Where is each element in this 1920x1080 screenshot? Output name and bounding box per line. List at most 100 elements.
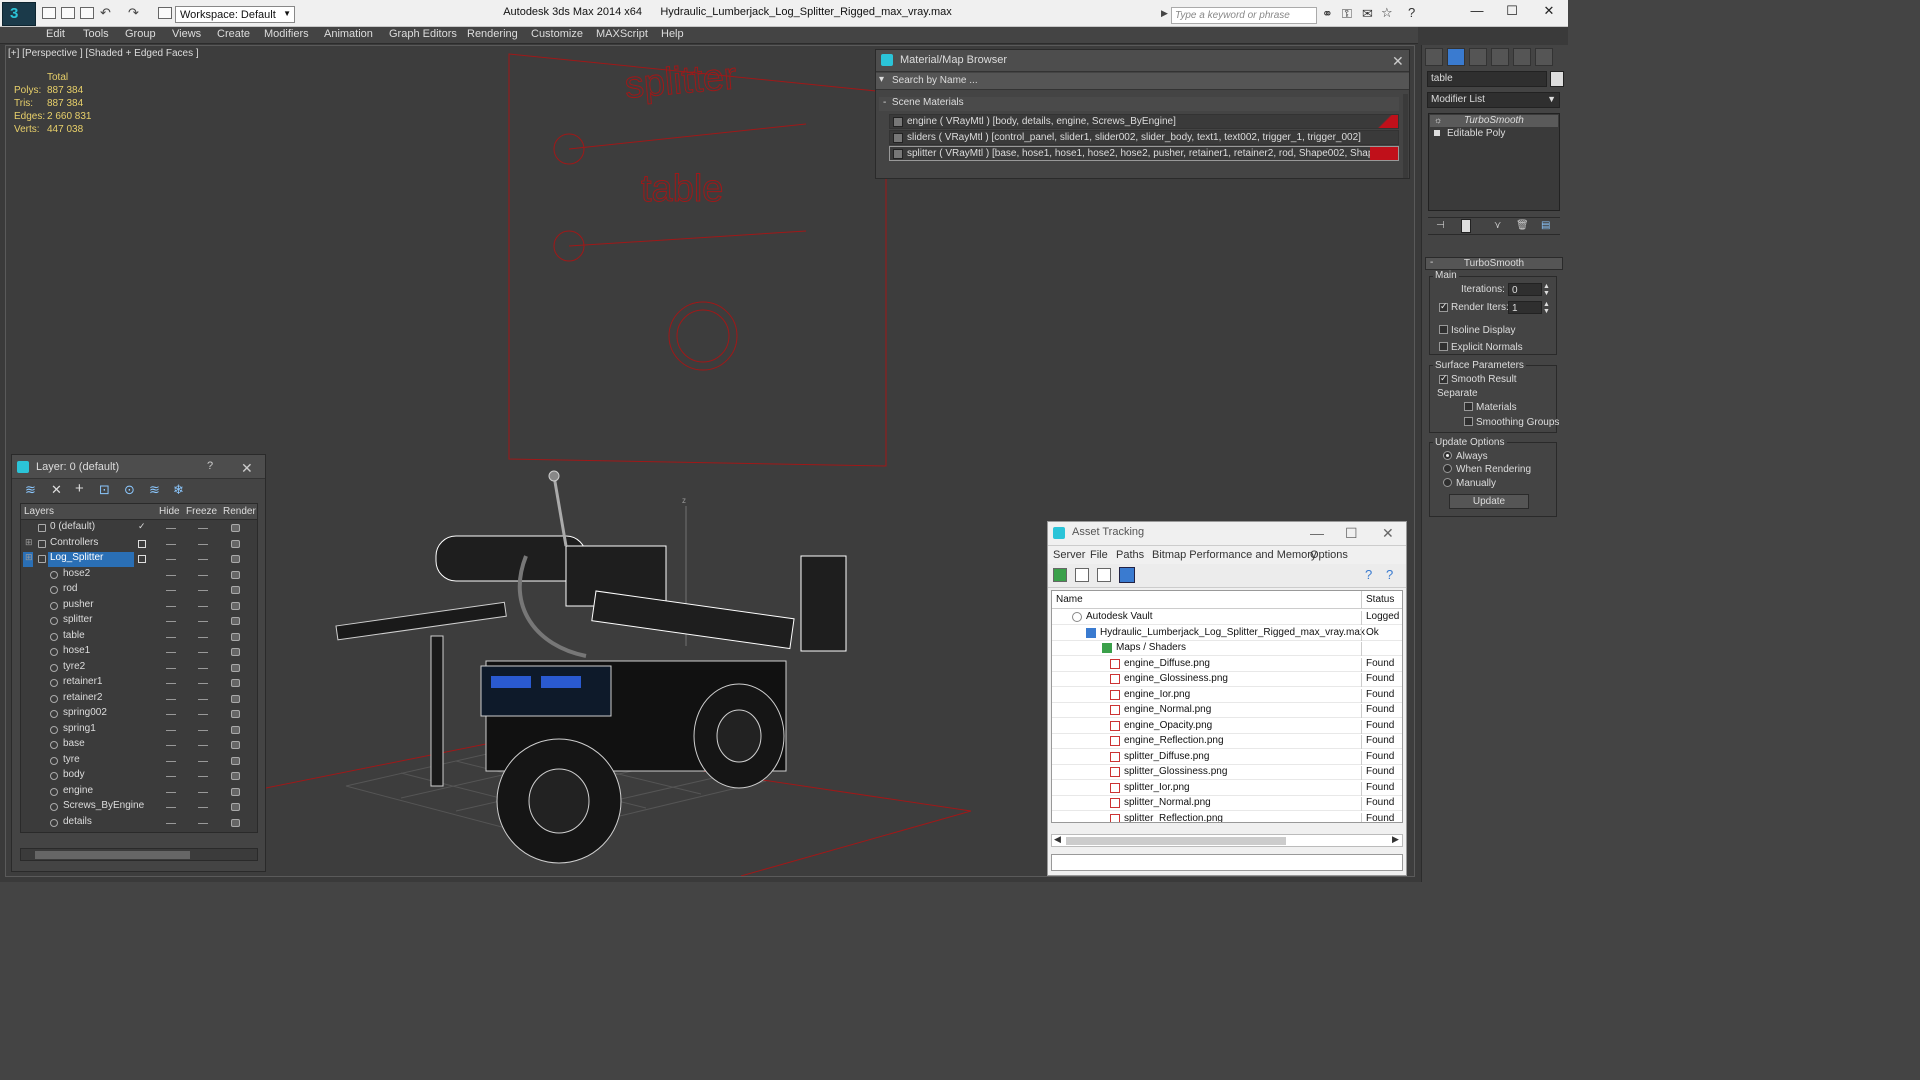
help-icon[interactable]: ?	[207, 460, 213, 472]
binoculars-icon[interactable]: ⚭	[1322, 6, 1333, 22]
highlight-layer-icon[interactable]: ⊙	[124, 482, 135, 498]
freeze-toggle[interactable]	[198, 776, 208, 777]
when-rendering-radio[interactable]	[1443, 464, 1452, 473]
stack-item-turbosmooth[interactable]: ☼ TurboSmooth	[1430, 115, 1558, 127]
freeze-toggle[interactable]	[198, 605, 208, 607]
menu-group[interactable]: Group	[125, 28, 156, 40]
render-teapot-icon[interactable]	[231, 772, 240, 780]
set-active-layer-checkbox[interactable]	[138, 555, 146, 563]
hide-toggle[interactable]	[166, 605, 176, 607]
asset-row[interactable]: Maps / Shaders	[1052, 641, 1402, 656]
minimize-button[interactable]: —	[1462, 3, 1492, 21]
layer-row[interactable]: ⊞ Controllers	[21, 537, 257, 552]
hide-toggle[interactable]	[166, 543, 176, 545]
hide-toggle[interactable]	[166, 636, 176, 638]
freeze-toggle[interactable]	[198, 621, 208, 622]
layer-name[interactable]: hose2	[61, 568, 90, 583]
render-teapot-icon[interactable]	[231, 818, 240, 827]
material-row-engine[interactable]: engine ( VRayMtl ) [body, details, engin…	[889, 114, 1399, 129]
close-icon[interactable]: ✕	[1392, 53, 1404, 70]
render-teapot-icon[interactable]	[231, 648, 240, 656]
freeze-toggle[interactable]	[198, 683, 208, 684]
hide-toggle[interactable]	[166, 698, 176, 700]
col-status[interactable]: Status	[1361, 591, 1402, 609]
spinner-arrows-icon[interactable]: ▲ ▼	[1543, 301, 1550, 315]
active-layer-checkmark-icon[interactable]: ✓	[138, 521, 146, 531]
render-teapot-icon[interactable]	[231, 741, 240, 749]
asset-horizontal-scrollbar[interactable]: ◀ ▶	[1051, 834, 1403, 847]
render-teapot-icon[interactable]	[231, 555, 240, 563]
list-view-icon[interactable]	[1075, 568, 1089, 582]
freeze-toggle[interactable]	[198, 714, 208, 715]
layer-row[interactable]: retainer1	[21, 676, 257, 691]
asset-row[interactable]: splitter_Ior.png Found	[1052, 781, 1402, 796]
hide-toggle[interactable]	[166, 776, 176, 777]
freeze-toggle[interactable]	[198, 543, 208, 545]
layer-row[interactable]: spring1	[21, 723, 257, 738]
layer-row[interactable]: ⊞ Log_Splitter	[21, 552, 257, 567]
material-browser-title-bar[interactable]: Material/Map Browser ✕	[876, 50, 1409, 72]
layer-name[interactable]: Log_Splitter	[48, 552, 134, 567]
render-teapot-icon[interactable]	[231, 586, 240, 594]
turbosmooth-rollout-header[interactable]: - TurboSmooth	[1425, 257, 1563, 270]
render-teapot-icon[interactable]	[231, 570, 240, 579]
modifier-list-dropdown[interactable]: Modifier List ▼	[1427, 92, 1560, 108]
hide-toggle[interactable]	[166, 528, 176, 529]
layer-name[interactable]: Screws_ByEngine	[61, 800, 144, 815]
asset-row[interactable]: engine_Glossiness.png Found	[1052, 672, 1402, 687]
col-hide[interactable]: Hide	[159, 506, 180, 517]
col-layers[interactable]: Layers	[24, 506, 54, 517]
asset-row[interactable]: splitter_Normal.png Found	[1052, 796, 1402, 811]
close-icon[interactable]: ✕	[241, 460, 253, 477]
smoothing-groups-checkbox[interactable]	[1464, 417, 1473, 426]
project-folder-icon[interactable]	[158, 7, 172, 19]
asset-tracking-title-bar[interactable]: Asset Tracking — ☐ ✕	[1048, 522, 1406, 546]
chevron-left-icon[interactable]: ◀	[1054, 834, 1061, 845]
create-tab-icon[interactable]	[1425, 48, 1443, 66]
menu-tools[interactable]: Tools	[83, 28, 109, 40]
render-teapot-icon[interactable]	[231, 787, 240, 796]
scrollbar-thumb[interactable]	[1066, 837, 1286, 845]
communication-center-icon[interactable]: ✉	[1362, 6, 1373, 22]
asset-menu-paths[interactable]: Paths	[1116, 549, 1144, 561]
asset-row[interactable]: Hydraulic_Lumberjack_Log_Splitter_Rigged…	[1052, 626, 1402, 641]
render-teapot-icon[interactable]	[231, 679, 240, 687]
motion-tab-icon[interactable]	[1491, 48, 1509, 66]
freeze-toggle[interactable]	[198, 652, 208, 653]
hide-all-icon[interactable]: ≋	[149, 482, 160, 498]
render-teapot-icon[interactable]	[231, 756, 240, 765]
material-row-sliders[interactable]: sliders ( VRayMtl ) [control_panel, slid…	[889, 130, 1399, 145]
scene-materials-group[interactable]: - Scene Materials	[879, 97, 1399, 111]
layer-row[interactable]: body	[21, 769, 257, 784]
spinner-arrows-icon[interactable]: ▲ ▼	[1543, 283, 1550, 297]
freeze-toggle[interactable]	[198, 636, 208, 638]
asset-row[interactable]: engine_Normal.png Found	[1052, 703, 1402, 718]
layer-row[interactable]: hose1	[21, 645, 257, 660]
menu-animation[interactable]: Animation	[324, 28, 373, 40]
add-to-layer-icon[interactable]: +	[75, 480, 84, 497]
render-teapot-icon[interactable]	[231, 601, 240, 610]
menu-edit[interactable]: Edit	[46, 28, 65, 40]
layer-row[interactable]: Screws_ByEngine	[21, 800, 257, 815]
create-layer-icon[interactable]: ≋	[25, 482, 36, 498]
hide-toggle[interactable]	[166, 590, 176, 591]
layer-name[interactable]: table	[61, 630, 85, 645]
hide-toggle[interactable]	[166, 621, 176, 622]
hide-toggle[interactable]	[166, 791, 176, 793]
remove-modifier-icon[interactable]: 🗑	[1516, 220, 1529, 231]
keyword-search-input[interactable]: Type a keyword or phrase	[1171, 7, 1317, 24]
layer-row[interactable]: pusher	[21, 599, 257, 614]
hierarchy-tab-icon[interactable]	[1469, 48, 1487, 66]
utilities-tab-icon[interactable]	[1535, 48, 1553, 66]
select-objects-icon[interactable]: ⊡	[99, 482, 110, 498]
col-render[interactable]: Render	[223, 506, 256, 517]
scrollbar[interactable]	[1403, 94, 1408, 178]
help-mode-icon[interactable]: ?	[1386, 567, 1393, 582]
app-logo-button[interactable]: 3	[2, 2, 36, 26]
asset-menu-server[interactable]: Server	[1053, 549, 1085, 561]
manually-radio[interactable]	[1443, 478, 1452, 487]
hide-toggle[interactable]	[166, 574, 176, 576]
isoline-display-checkbox[interactable]	[1439, 325, 1448, 334]
layer-row[interactable]: table	[21, 630, 257, 645]
set-active-layer-checkbox[interactable]	[138, 539, 146, 548]
